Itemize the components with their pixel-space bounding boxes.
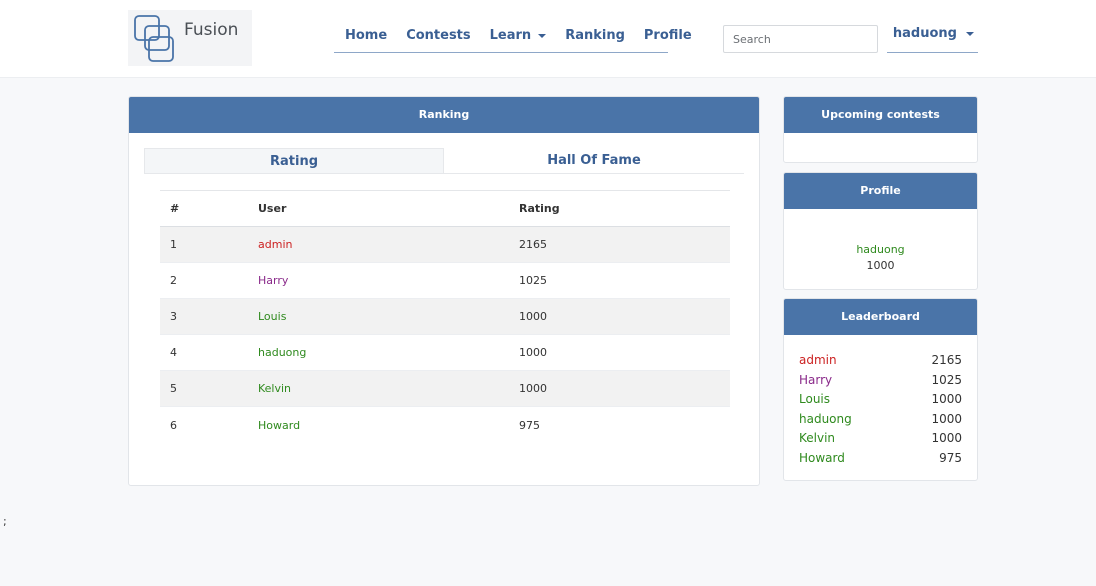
upcoming-contests-title: Upcoming contests	[784, 97, 977, 133]
caret-down-icon	[538, 33, 547, 38]
leaderboard-title: Leaderboard	[784, 299, 977, 335]
list-item: Kelvin 1000	[799, 429, 962, 449]
ranking-tabs: Rating Hall Of Fame	[144, 148, 744, 174]
list-item: Harry 1025	[799, 371, 962, 391]
leaderboard-rating: 1000	[931, 431, 962, 445]
profile-panel: Profile haduong 1000	[783, 172, 978, 290]
rating-cell: 975	[519, 418, 540, 432]
upcoming-contests-panel: Upcoming contests	[783, 96, 978, 163]
rank-cell: 2	[170, 274, 177, 287]
leaderboard-list: admin 2165 Harry 1025 Louis 1000 haduong…	[784, 335, 977, 468]
user-menu[interactable]: haduong	[887, 26, 978, 53]
rating-cell: 1025	[519, 274, 547, 287]
list-item: admin 2165	[799, 351, 962, 371]
leaderboard-rating: 1000	[931, 411, 962, 426]
stray-text: ;	[3, 515, 7, 528]
leaderboard-panel: Leaderboard admin 2165 Harry 1025 Louis …	[783, 298, 978, 481]
brand-name: Fusion	[184, 20, 239, 40]
caret-down-icon	[966, 32, 974, 36]
nav-item-learn[interactable]: Learn	[490, 28, 547, 43]
column-header-rating: Rating	[519, 202, 560, 215]
user-link[interactable]: admin	[258, 238, 519, 251]
user-link[interactable]: Louis	[258, 310, 519, 323]
table-row: 1 admin 2165	[160, 227, 730, 263]
rating-cell: 1000	[519, 382, 547, 395]
list-item: haduong 1000	[799, 410, 962, 430]
user-menu-name: haduong	[892, 26, 957, 41]
fusion-logo-icon	[134, 15, 174, 62]
table-row: 6 Howard 975	[160, 407, 730, 443]
table-row: 4 haduong 1000	[160, 335, 730, 371]
leaderboard-rating: 2165	[931, 353, 962, 367]
table-row: 5 Kelvin 1000	[160, 371, 730, 407]
search-input[interactable]	[723, 25, 878, 53]
nav-item-home[interactable]: Home	[345, 28, 387, 43]
nav-item-profile[interactable]: Profile	[644, 28, 692, 43]
nav-item-contests[interactable]: Contests	[406, 28, 470, 43]
nav-item-ranking[interactable]: Ranking	[565, 28, 625, 43]
profile-username[interactable]: haduong	[784, 243, 977, 256]
user-link[interactable]: Howard	[258, 419, 519, 432]
leaderboard-user-link[interactable]: Harry	[799, 371, 832, 391]
main-nav: Home Contests Learn Ranking Profile	[334, 28, 692, 53]
leaderboard-user-link[interactable]: Howard	[799, 449, 845, 469]
rating-cell: 1000	[519, 346, 547, 359]
tab-hall-of-fame[interactable]: Hall Of Fame	[444, 148, 744, 173]
column-header-rank: #	[170, 202, 180, 215]
list-item: Louis 1000	[799, 390, 962, 410]
table-row: 3 Louis 1000	[160, 299, 730, 335]
leaderboard-user-link[interactable]: Louis	[799, 390, 830, 410]
profile-panel-title: Profile	[784, 173, 977, 209]
user-link[interactable]: haduong	[258, 346, 519, 359]
list-item: Howard 975	[799, 449, 962, 469]
ranking-table: # User Rating 1 admin 2165 2 Harry 1025 …	[160, 190, 730, 443]
rank-cell: 6	[170, 418, 177, 432]
leaderboard-user-link[interactable]: Kelvin	[799, 429, 835, 449]
rank-cell: 5	[170, 382, 177, 395]
user-link[interactable]: Kelvin	[258, 382, 519, 395]
rank-cell: 1	[170, 238, 177, 251]
ranking-panel-title: Ranking	[129, 97, 759, 133]
top-navbar: Fusion Home Contests Learn Ranking Profi…	[0, 0, 1096, 78]
user-link[interactable]: Harry	[258, 274, 519, 287]
leaderboard-user-link[interactable]: admin	[799, 351, 837, 371]
rating-cell: 2165	[519, 238, 547, 251]
rating-cell: 1000	[519, 310, 547, 323]
leaderboard-rating: 1025	[931, 372, 962, 387]
nav-item-learn-label: Learn	[489, 28, 532, 43]
tab-rating[interactable]: Rating	[144, 148, 444, 173]
leaderboard-rating: 1000	[931, 392, 962, 406]
table-header-row: # User Rating	[160, 191, 730, 227]
leaderboard-rating: 975	[939, 450, 962, 465]
column-header-user: User	[258, 202, 287, 215]
rank-cell: 3	[170, 310, 177, 323]
leaderboard-user-link[interactable]: haduong	[799, 410, 852, 430]
brand-logo[interactable]: Fusion	[128, 10, 253, 66]
ranking-panel: Ranking Rating Hall Of Fame # User Ratin…	[128, 96, 760, 486]
rank-cell: 4	[170, 346, 177, 359]
profile-rating: 1000	[866, 259, 895, 272]
table-row: 2 Harry 1025	[160, 263, 730, 299]
